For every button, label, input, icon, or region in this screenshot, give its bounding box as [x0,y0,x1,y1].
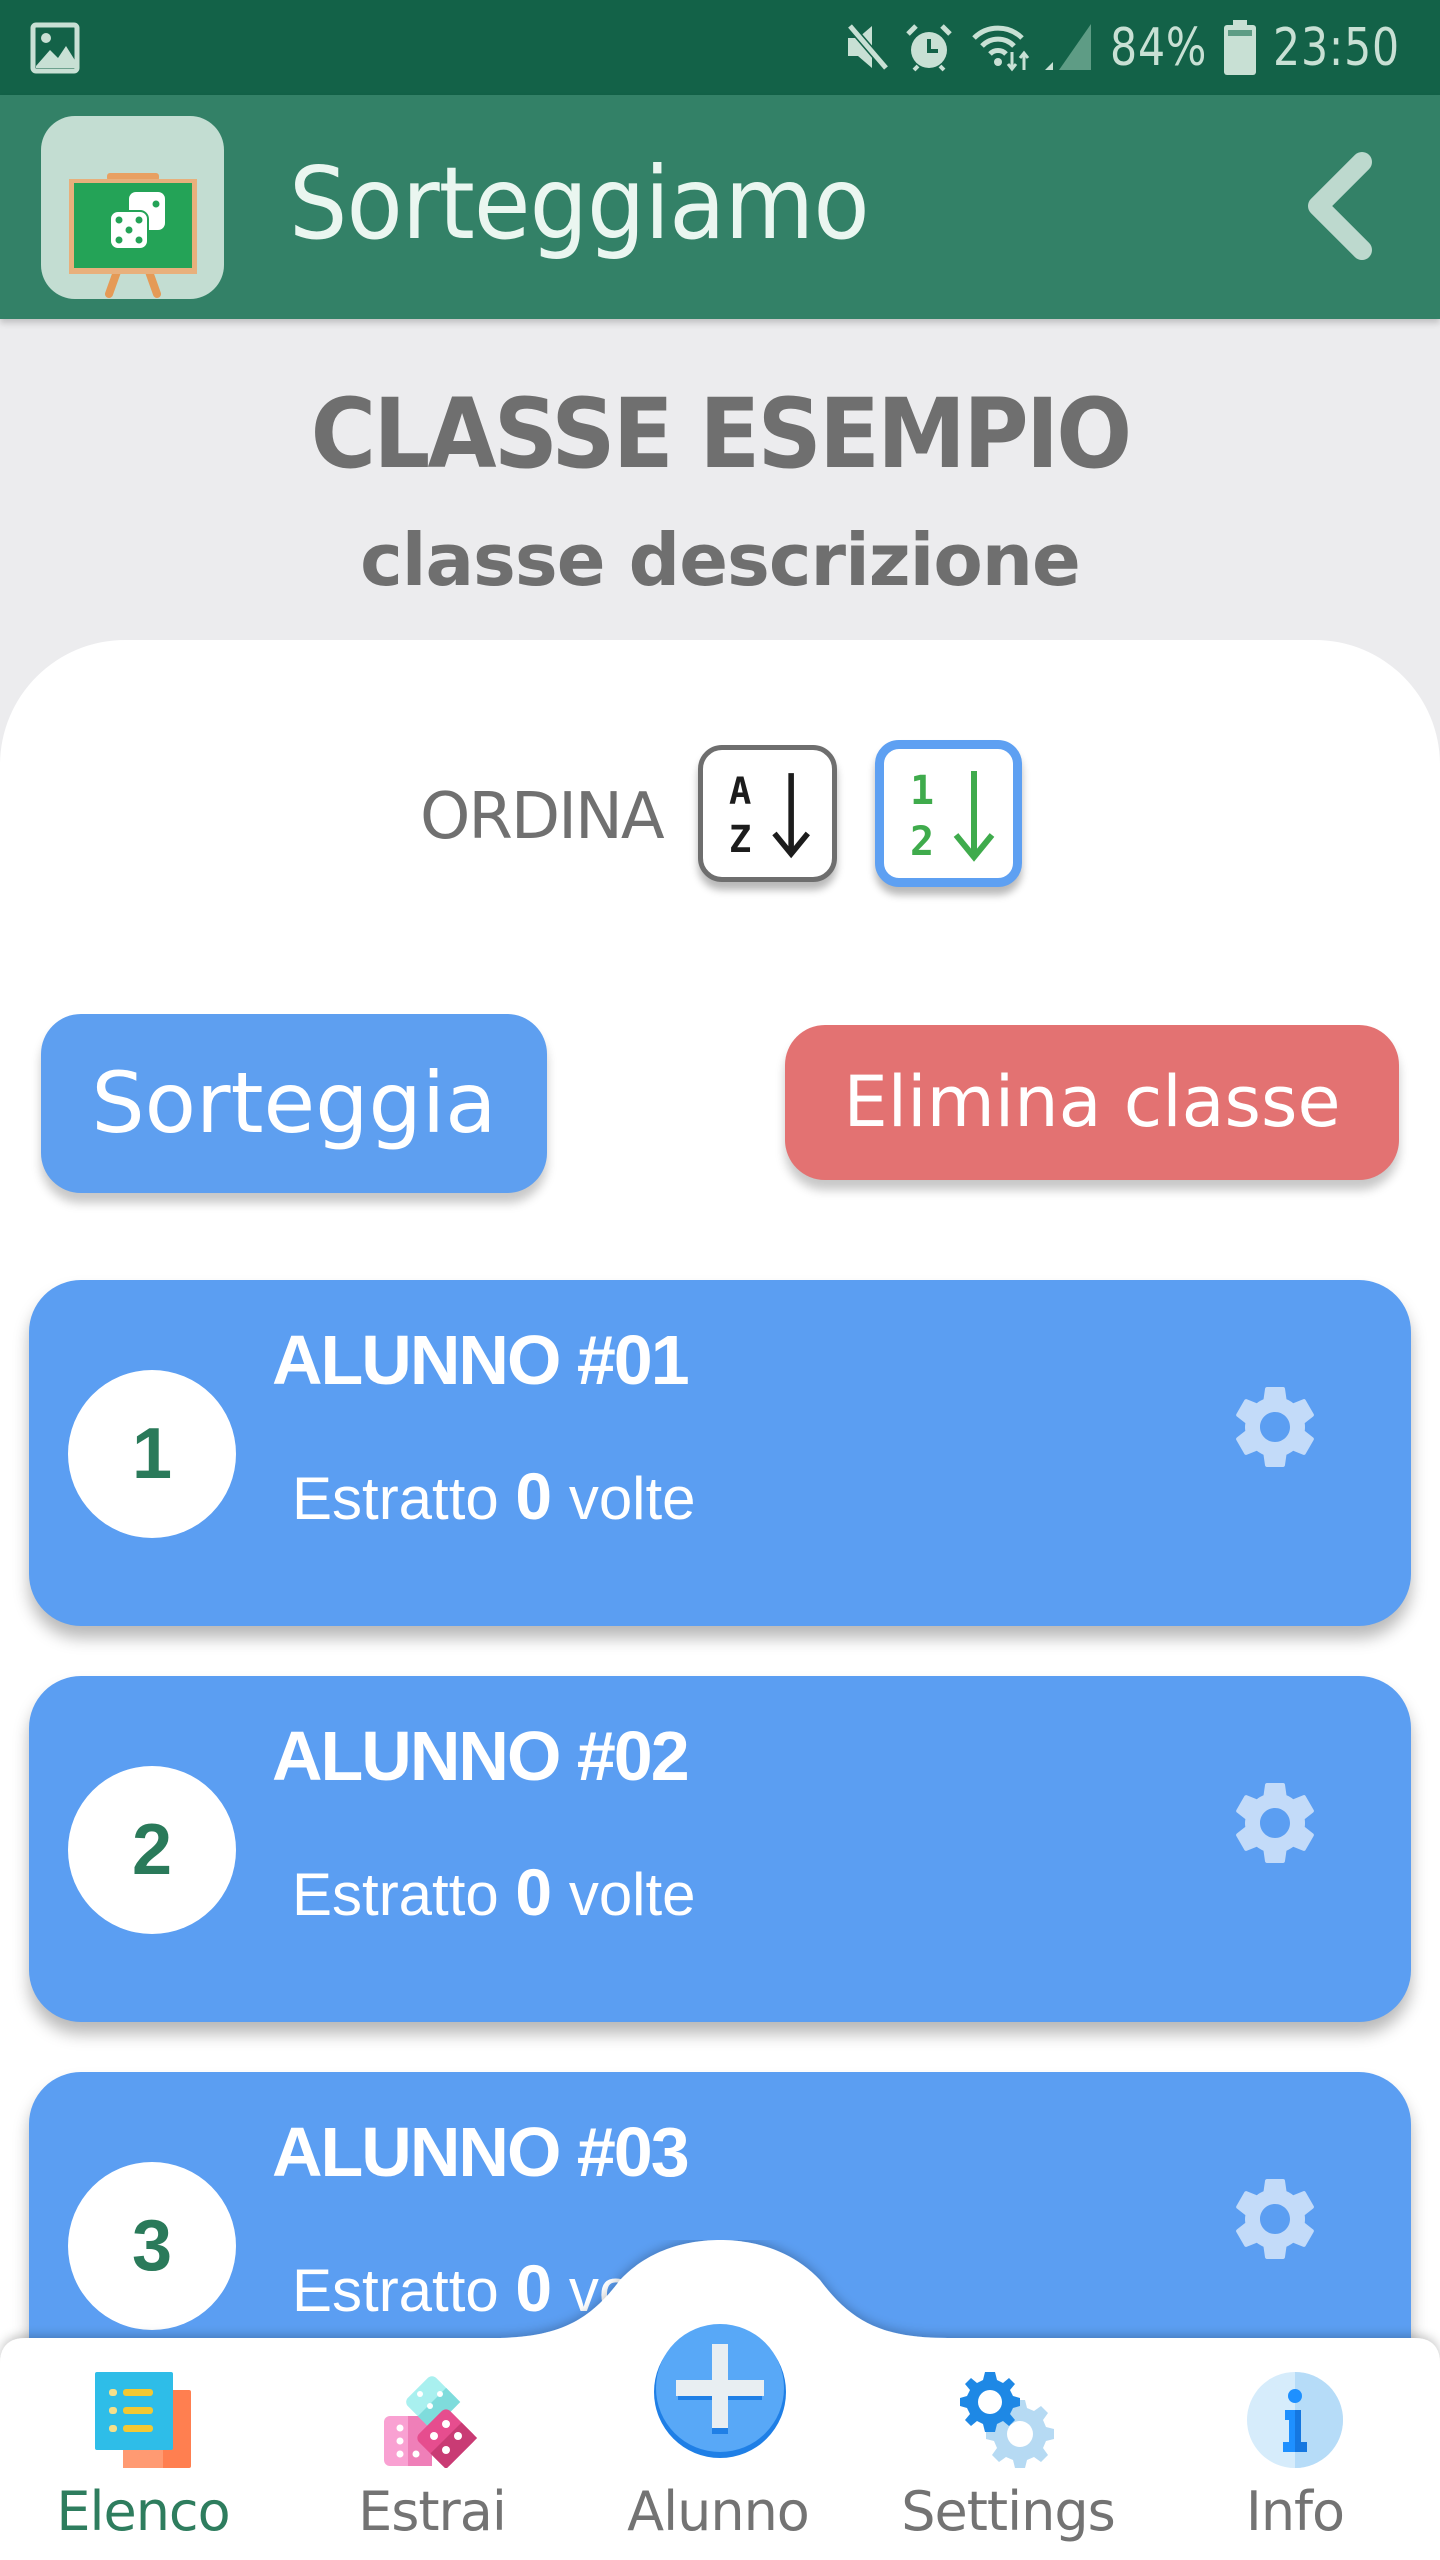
sort-num-top: 1 [910,768,934,814]
sort-alpha-bottom: Z [729,818,751,861]
gear-icon[interactable] [1225,1773,1325,1873]
gears-icon [960,2372,1054,2468]
nav-elenco[interactable]: Elenco [13,2360,273,2560]
gear-icon[interactable] [1225,1377,1325,1477]
mute-icon [846,23,890,71]
nav-info[interactable]: Info [1165,2360,1425,2560]
wifi-icon [972,25,1030,72]
nav-alunno[interactable]: Alunno [588,2360,848,2560]
draw-count-suffix: volte [568,1861,696,1928]
student-card[interactable]: 2 ALUNNO #02 Estratto 0 volte [29,1676,1411,2022]
nav-label: Elenco [56,2480,230,2543]
list-icon [95,2372,191,2468]
chevron-left-icon [1308,152,1372,260]
class-title: CLASSE ESEMPIO [310,378,1133,490]
clock: 23:50 [1273,18,1400,78]
draw-count-suffix: volte [568,1465,696,1532]
app-title: Sorteggiamo [289,145,870,262]
battery-percent: 84% [1110,18,1208,78]
sort-alpha-icon: A Z [729,770,810,861]
draw-count: Estratto 0 volte [292,1854,696,1930]
draw-count-value: 0 [515,1459,553,1533]
sort-label: ORDINA [420,780,665,854]
alarm-icon [906,24,952,72]
sort-numeric-icon: 1 2 [910,768,995,865]
draw-count-prefix: Estratto [292,1861,499,1928]
nav-estrai[interactable]: Estrai [302,2360,562,2560]
student-name: ALUNNO #03 [272,2113,690,2191]
student-name: ALUNNO #02 [272,1717,690,1795]
draw-count-value: 0 [515,1855,553,1929]
sort-alphabetical-button[interactable]: A Z [698,745,837,882]
draw-button[interactable]: Sorteggia [41,1014,547,1193]
student-card[interactable]: 1 ALUNNO #01 Estratto 0 volte [29,1280,1411,1626]
sort-num-bottom: 2 [910,819,934,865]
nav-label: Settings [901,2480,1115,2543]
draw-count-prefix: Estratto [292,1465,499,1532]
class-description: classe descrizione [360,518,1081,602]
image-notification-icon [30,22,80,74]
info-icon [1247,2372,1343,2468]
sort-numeric-button[interactable]: 1 2 [875,740,1022,887]
nav-label: Info [1245,2480,1345,2543]
chalkboard-dice-icon[interactable] [41,116,224,299]
status-bar: 84% 23:50 [0,0,1440,95]
student-number-badge: 2 [68,1766,236,1934]
signal-icon [1045,24,1091,70]
app-header: Sorteggiamo [0,95,1440,319]
dice-icon [384,2376,478,2468]
battery-icon [1224,20,1256,75]
nav-label: Estrai [358,2480,507,2543]
nav-settings[interactable]: Settings [878,2360,1138,2560]
nav-label: Alunno [627,2480,810,2543]
delete-class-button[interactable]: Elimina classe [785,1025,1399,1180]
student-number-badge: 1 [68,1370,236,1538]
sort-alpha-top: A [729,770,751,813]
student-name: ALUNNO #01 [272,1321,690,1399]
back-button[interactable] [1290,140,1390,270]
draw-count: Estratto 0 volte [292,1458,696,1534]
